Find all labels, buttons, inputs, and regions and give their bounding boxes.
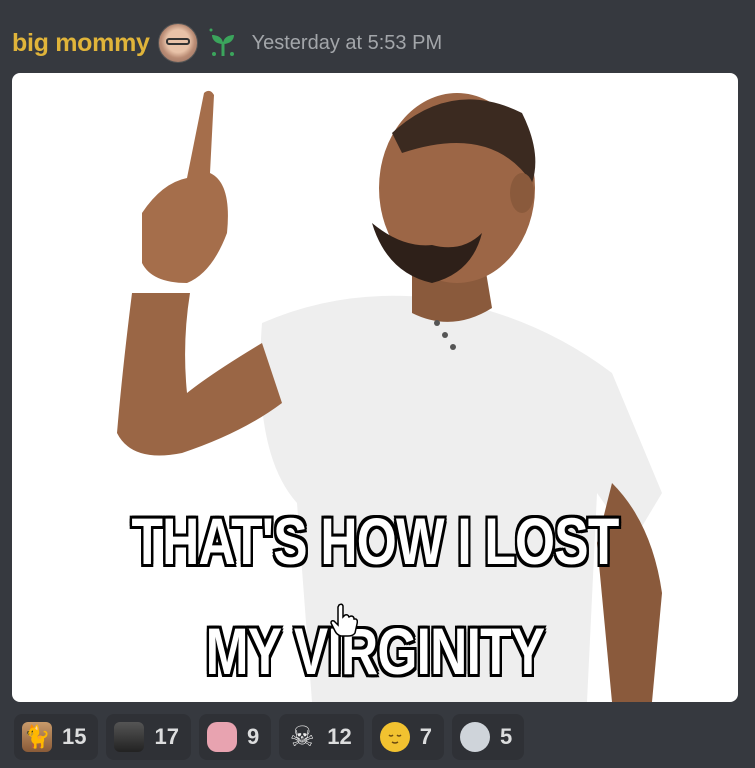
meme-caption-top: THAT'S HOW I LOST — [131, 504, 619, 578]
reactions-bar: 🐈 15 17 9 ☠ 12 7 5 — [14, 714, 525, 760]
hand-emoji-icon — [459, 722, 490, 752]
meme-caption-bottom: MY VIRGINITY — [205, 614, 545, 688]
reaction-count: 7 — [419, 724, 432, 749]
message-header: big mommy Yesterday at 5:53 PM — [12, 18, 442, 68]
reaction-count: 17 — [154, 724, 179, 749]
author-name[interactable]: big mommy — [12, 29, 150, 58]
reaction-count: 12 — [327, 724, 352, 749]
reaction-count: 9 — [246, 724, 260, 749]
dark-image-emoji-icon — [114, 722, 145, 752]
reaction-count: 15 — [62, 724, 87, 749]
hand-cursor-icon — [330, 603, 358, 637]
reaction-skull[interactable]: ☠ 12 — [279, 714, 364, 760]
meme-image[interactable]: THAT'S HOW I LOST MY VIRGINITY — [12, 73, 738, 702]
reaction-count: 5 — [499, 724, 513, 749]
reaction-relieved-face[interactable]: 7 — [371, 714, 444, 760]
pig-emoji-icon — [206, 722, 237, 752]
sprout-icon — [206, 26, 240, 60]
avatar[interactable] — [157, 23, 198, 63]
message-timestamp: Yesterday at 5:53 PM — [251, 31, 443, 54]
reaction-pig[interactable]: 9 — [198, 714, 272, 760]
meme-illustration — [117, 90, 662, 702]
reaction-hand[interactable]: 5 — [451, 714, 525, 760]
reaction-dark-image[interactable]: 17 — [106, 714, 191, 760]
relieved-face-icon — [379, 722, 410, 752]
skull-icon: ☠ — [289, 721, 315, 752]
reaction-cat[interactable]: 🐈 15 — [14, 714, 99, 760]
cat-emoji-icon: 🐈 — [22, 722, 52, 752]
